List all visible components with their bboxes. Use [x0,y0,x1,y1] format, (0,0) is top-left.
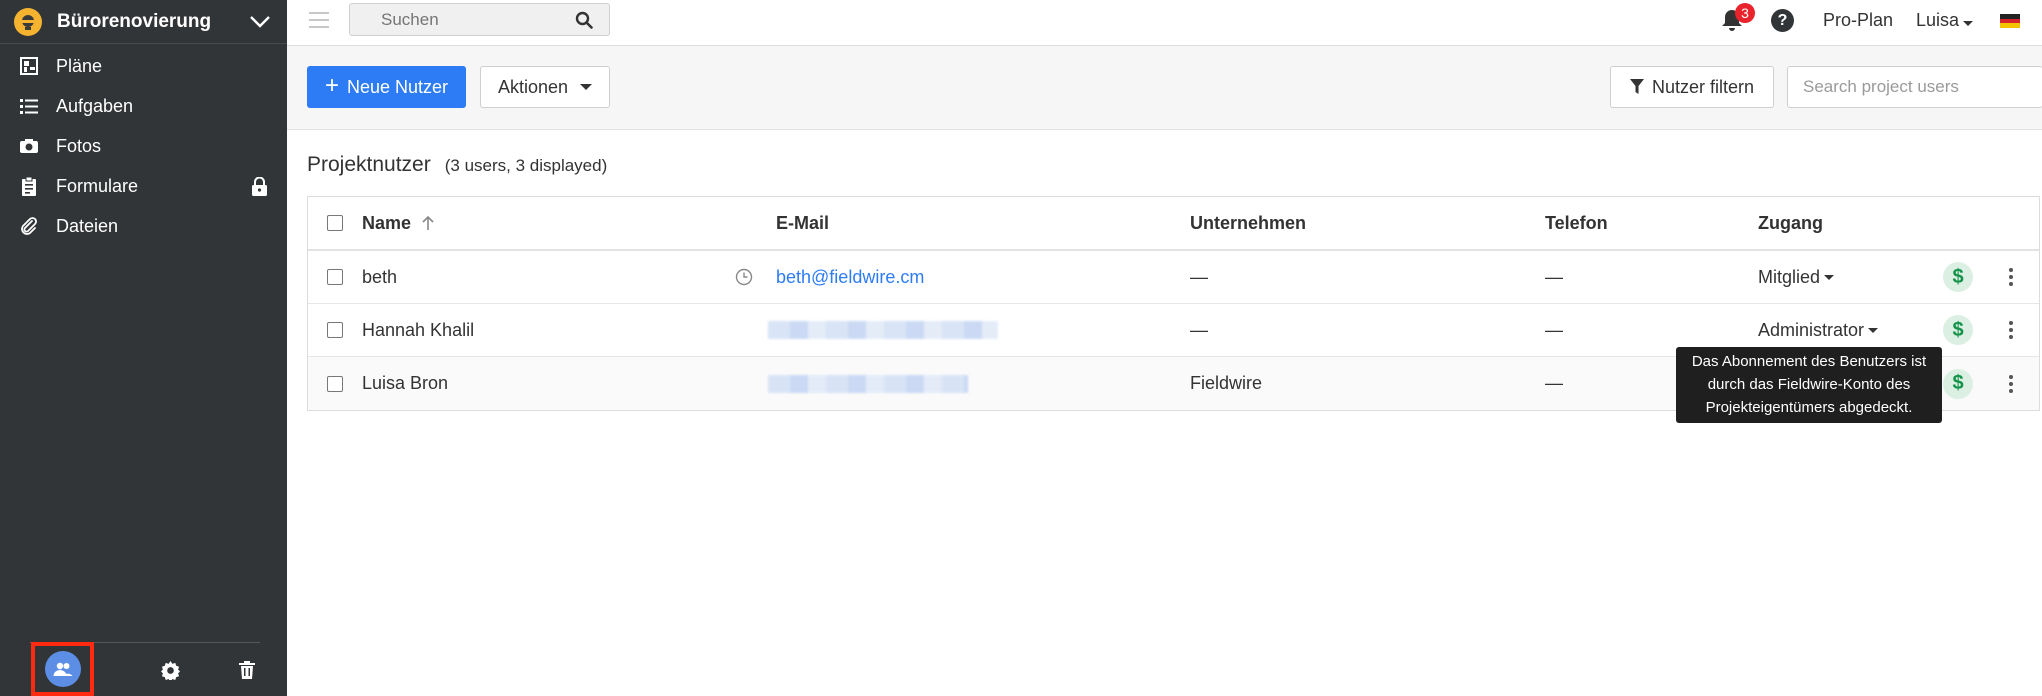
row-checkbox[interactable] [327,322,343,338]
settings-button[interactable] [138,643,202,696]
user-name: Luisa [1916,10,1960,30]
subscription-tooltip: Das Abonnement des Benutzers ist durch d… [1676,347,1942,423]
more-options-icon[interactable] [2006,320,2016,341]
sidebar-item-tasks[interactable]: Aufgaben [0,86,287,126]
row-checkbox[interactable] [327,269,343,285]
column-header-name[interactable]: Name [362,197,435,249]
user-phone: — [1545,373,1563,393]
user-email-link[interactable]: beth@fieldwire.cm [776,267,924,288]
more-options-icon[interactable] [2006,373,2016,394]
actions-dropdown[interactable]: Aktionen [480,66,610,108]
project-users-search [1787,66,2042,108]
user-phone: — [1545,319,1563,340]
project-name: Bürorenovierung [57,10,212,32]
dollar-subscription-icon[interactable]: $ [1943,368,1973,399]
sidebar-bottom-bar [30,642,260,696]
user-company: — [1190,319,1208,340]
filter-label: Nutzer filtern [1651,76,1755,97]
pending-clock-icon [735,251,753,303]
new-user-label: Neue Nutzer [346,76,449,97]
project-logo-icon [14,7,42,36]
redacted-email [768,321,998,339]
column-header-company[interactable]: Unternehmen [1190,197,1306,249]
redacted-email [768,374,968,393]
top-bar: 3 ? Pro-Plan Luisa [287,0,2042,46]
chevron-down-icon[interactable] [247,9,273,35]
tasks-icon [20,97,38,115]
row-checkbox[interactable] [327,375,343,392]
notification-count-badge: 3 [1735,3,1755,23]
plans-icon [20,57,38,75]
sidebar-item-label: Aufgaben [56,95,134,116]
column-header-access[interactable]: Zugang [1758,197,1823,249]
dollar-subscription-icon[interactable]: $ [1943,262,1973,292]
search-icon[interactable] [575,11,593,29]
sidebar-item-label: Fotos [56,135,102,156]
user-name: beth [362,266,398,287]
trash-button[interactable] [215,643,279,696]
lock-icon [252,176,267,201]
user-company: Fieldwire [1190,373,1263,393]
project-users-button[interactable] [31,642,94,696]
german-flag-icon[interactable] [2000,14,2020,29]
caret-down-icon [1868,327,1879,333]
paperclip-icon [20,217,38,235]
sort-ascending-icon [422,215,434,230]
sidebar-nav: Pläne Aufgaben Fotos Formulare Dateien [0,46,287,246]
access-dropdown[interactable]: Mitglied [1758,251,1835,303]
camera-icon [20,137,38,155]
user-company: — [1190,266,1208,287]
hamburger-menu-icon[interactable] [309,12,329,30]
forms-icon [20,176,38,196]
sidebar-item-plans[interactable]: Pläne [0,46,287,86]
sidebar: Bürorenovierung Pläne Aufgaben Fotos For… [0,0,287,696]
user-phone: — [1545,266,1563,287]
sidebar-item-files[interactable]: Dateien [0,206,287,246]
sidebar-item-label: Pläne [56,55,103,76]
sidebar-item-label: Formulare [56,175,139,196]
column-header-phone[interactable]: Telefon [1545,197,1608,249]
users-icon [44,651,81,687]
plus-icon: + [324,71,339,99]
section-heading: Projektnutzer (3 users, 3 displayed) [307,153,607,177]
plan-link[interactable]: Pro-Plan [1823,10,1893,31]
project-switcher[interactable]: Bürorenovierung [0,0,287,44]
new-user-button[interactable]: + Neue Nutzer [307,66,466,108]
table-row[interactable]: beth beth@fieldwire.cm — — Mitglied $ [308,251,2039,304]
help-icon[interactable]: ? [1771,9,1794,32]
user-name: Hannah Khalil [362,319,475,340]
gear-icon [160,660,180,680]
sidebar-item-forms[interactable]: Formulare [0,166,287,206]
select-all-checkbox[interactable] [327,215,343,231]
actions-label: Aktionen [497,76,569,97]
search-input[interactable] [350,4,550,35]
users-toolbar: + Neue Nutzer Aktionen Nutzer filtern [287,46,2042,130]
user-name: Luisa Bron [362,373,449,393]
caret-down-icon [580,84,593,90]
project-users-search-input[interactable] [1788,67,2028,107]
page-title: Projektnutzer [307,153,431,176]
sidebar-item-photos[interactable]: Fotos [0,126,287,166]
column-header-email[interactable]: E-Mail [776,197,829,249]
more-options-icon[interactable] [2006,267,2016,288]
trash-icon [239,661,255,679]
user-menu[interactable]: Luisa [1916,10,1974,31]
caret-down-icon [1963,21,1974,26]
users-count: (3 users, 3 displayed) [444,156,608,175]
filter-icon [1629,79,1644,94]
table-header: Name E-Mail Unternehmen Telefon Zugang [308,197,2039,251]
global-search [349,3,610,36]
caret-down-icon [1824,274,1835,280]
filter-users-button[interactable]: Nutzer filtern [1610,66,1774,108]
sidebar-item-label: Dateien [56,215,119,236]
dollar-subscription-icon[interactable]: $ [1943,315,1973,345]
